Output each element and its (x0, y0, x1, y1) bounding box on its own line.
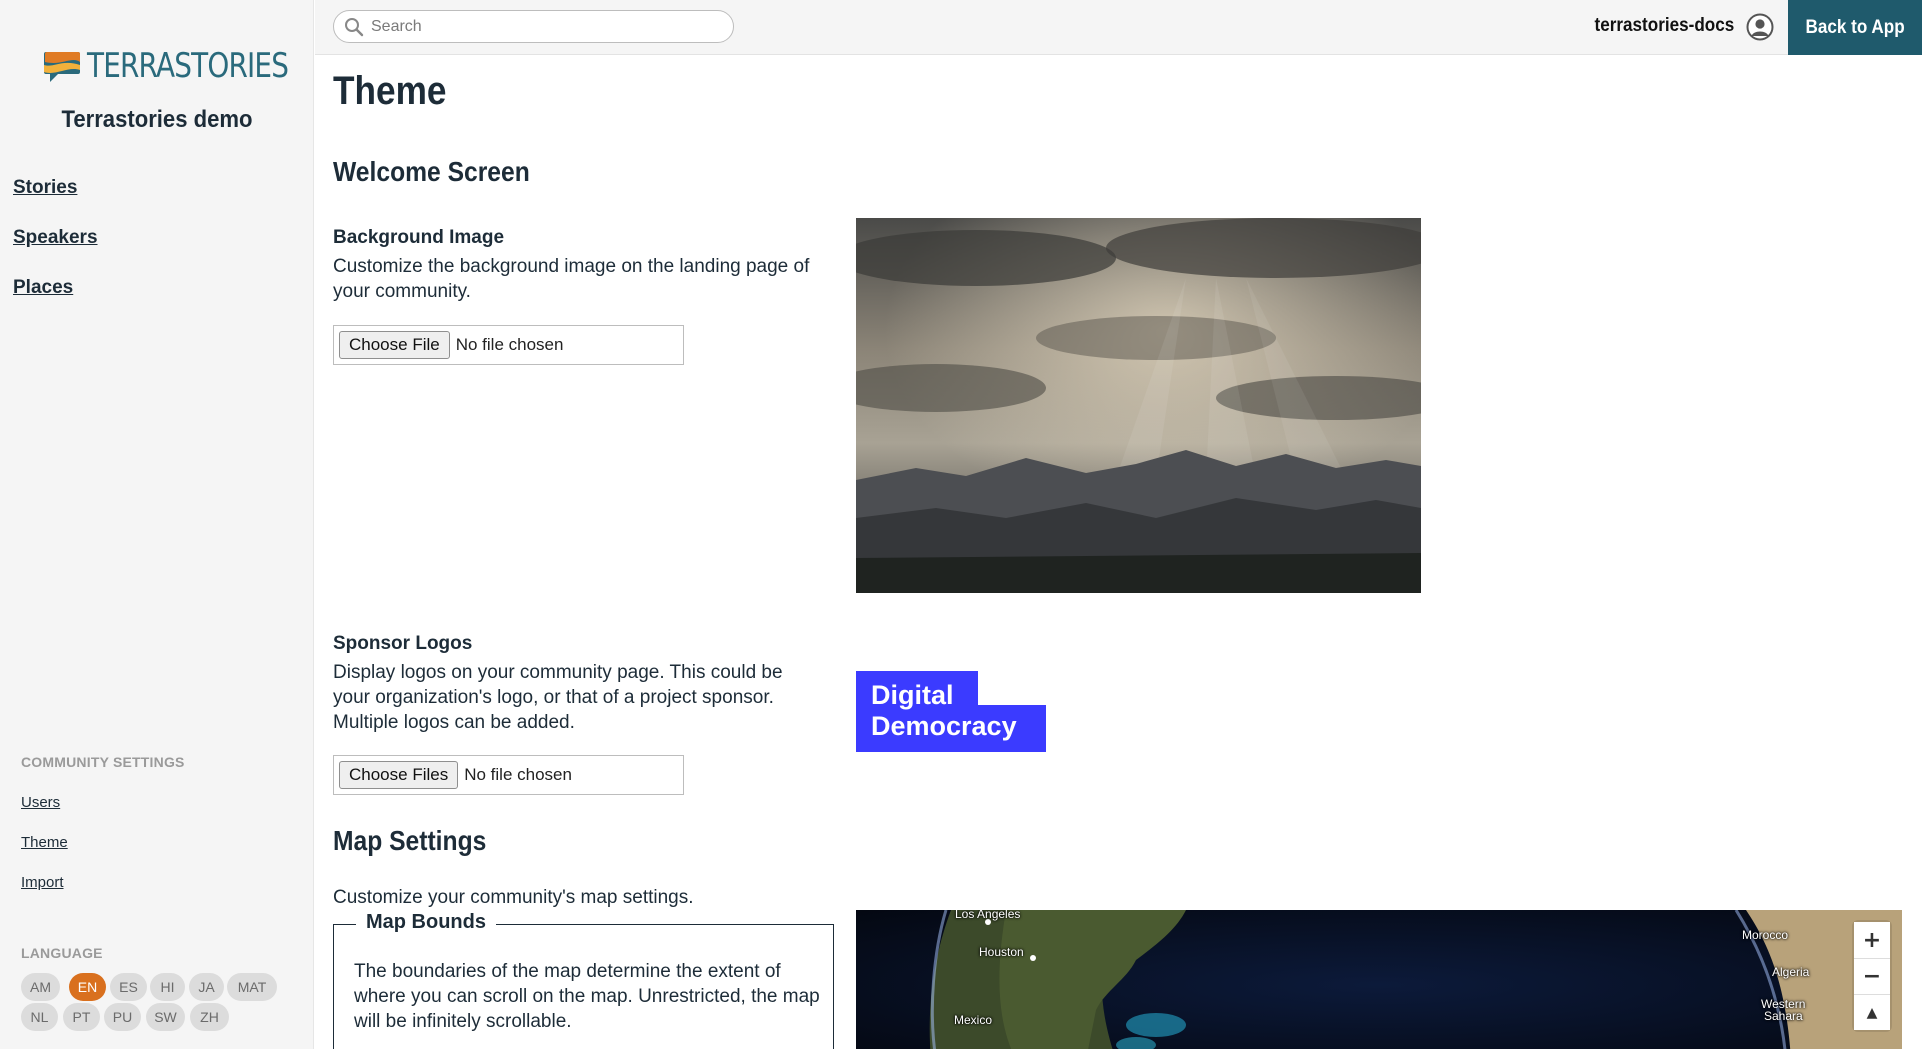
choose-file-button[interactable]: Choose File (339, 331, 450, 359)
community-name: Terrastories demo (61, 106, 253, 133)
search-input[interactable] (371, 17, 721, 36)
settings-theme-link[interactable]: Theme (21, 834, 68, 851)
logo-line-2: Democracy (871, 711, 1017, 741)
username[interactable]: terrastories-docs (1594, 15, 1734, 37)
nav-speakers-link[interactable]: Speakers (13, 227, 98, 249)
nav-stories-link[interactable]: Stories (13, 177, 77, 199)
digital-democracy-logo: Digital Democracy (856, 671, 1046, 757)
speech-bubble-logo-icon (44, 52, 80, 82)
main-content: Theme Welcome Screen Background Image Cu… (315, 55, 1922, 1049)
sponsor-logos-description: Display logos on your community page. Th… (333, 662, 783, 733)
lang-zh-button[interactable]: ZH (190, 1003, 229, 1031)
language-heading: LANGUAGE (21, 945, 103, 961)
back-to-app-label: Back to App (1805, 16, 1905, 38)
lang-pu-button[interactable]: PU (104, 1003, 141, 1031)
search-icon (345, 17, 364, 36)
lang-nl-button[interactable]: NL (21, 1003, 58, 1031)
map-settings-heading: Map Settings (333, 825, 487, 856)
nav-places-link[interactable]: Places (13, 277, 73, 299)
lang-sw-button[interactable]: SW (146, 1003, 185, 1031)
sponsor-logos-label: Sponsor Logos (333, 633, 473, 654)
logo-line-1: Digital (871, 680, 954, 710)
settings-users-link[interactable]: Users (21, 794, 60, 811)
terrastories-logo[interactable]: TERRASTORIES (43, 46, 332, 86)
lang-pt-button[interactable]: PT (63, 1003, 100, 1031)
map-label-morocco: Morocco (1742, 928, 1789, 942)
zoom-out-button[interactable]: − (1854, 958, 1890, 994)
choose-files-button[interactable]: Choose Files (339, 761, 459, 789)
lang-es-button[interactable]: ES (110, 973, 147, 1001)
welcome-screen-heading: Welcome Screen (333, 156, 530, 187)
lang-hi-button[interactable]: HI (150, 973, 185, 1001)
top-bar: terrastories-docs Back to App (315, 0, 1922, 55)
zoom-in-button[interactable]: + (1854, 922, 1890, 958)
lang-am-button[interactable]: AM (21, 973, 60, 1001)
background-file-input[interactable]: Choose File No file chosen (333, 325, 684, 365)
map-settings-description: Customize your community's map settings. (333, 887, 694, 908)
lang-en-button[interactable]: EN (69, 973, 106, 1001)
map-label-mexico: Mexico (954, 1013, 993, 1027)
background-image-description: Customize the background image on the la… (333, 256, 810, 302)
files-status-text: No file chosen (464, 765, 572, 784)
map-label-algeria: Algeria (1772, 965, 1810, 979)
map-bounds-legend: Map Bounds (356, 911, 496, 934)
background-image-preview (856, 218, 1421, 593)
map-label-sahara: Sahara (1764, 1009, 1803, 1023)
map-label-houston: Houston (979, 945, 1024, 959)
back-to-app-button[interactable]: Back to App (1788, 0, 1922, 55)
map-zoom-controls: + − ▲ (1854, 922, 1890, 1030)
map-bounds-description: The boundaries of the map determine the … (354, 961, 820, 1032)
lang-ja-button[interactable]: JA (189, 973, 224, 1001)
user-avatar-icon[interactable] (1746, 13, 1774, 41)
lang-mat-button[interactable]: MAT (227, 973, 277, 1001)
sponsor-files-input[interactable]: Choose Files No file chosen (333, 755, 684, 795)
sidebar: TERRASTORIES Terrastories demo Stories S… (0, 0, 314, 1049)
map-label-los-angeles: Los Angeles (955, 910, 1021, 921)
search-box[interactable] (333, 10, 734, 43)
settings-import-link[interactable]: Import (21, 874, 64, 891)
community-settings-heading: COMMUNITY SETTINGS (21, 754, 185, 770)
compass-button[interactable]: ▲ (1854, 994, 1890, 1030)
map-bounds-fieldset: Map Bounds The boundaries of the map det… (333, 911, 834, 1049)
page-title: Theme (333, 69, 447, 113)
map-preview[interactable]: Los Angeles Houston Mexico Morocco Alger… (856, 910, 1902, 1049)
logo-wordmark: TERRASTORIES (87, 46, 289, 86)
background-image-label: Background Image (333, 227, 505, 248)
file-status-text: No file chosen (455, 335, 564, 354)
